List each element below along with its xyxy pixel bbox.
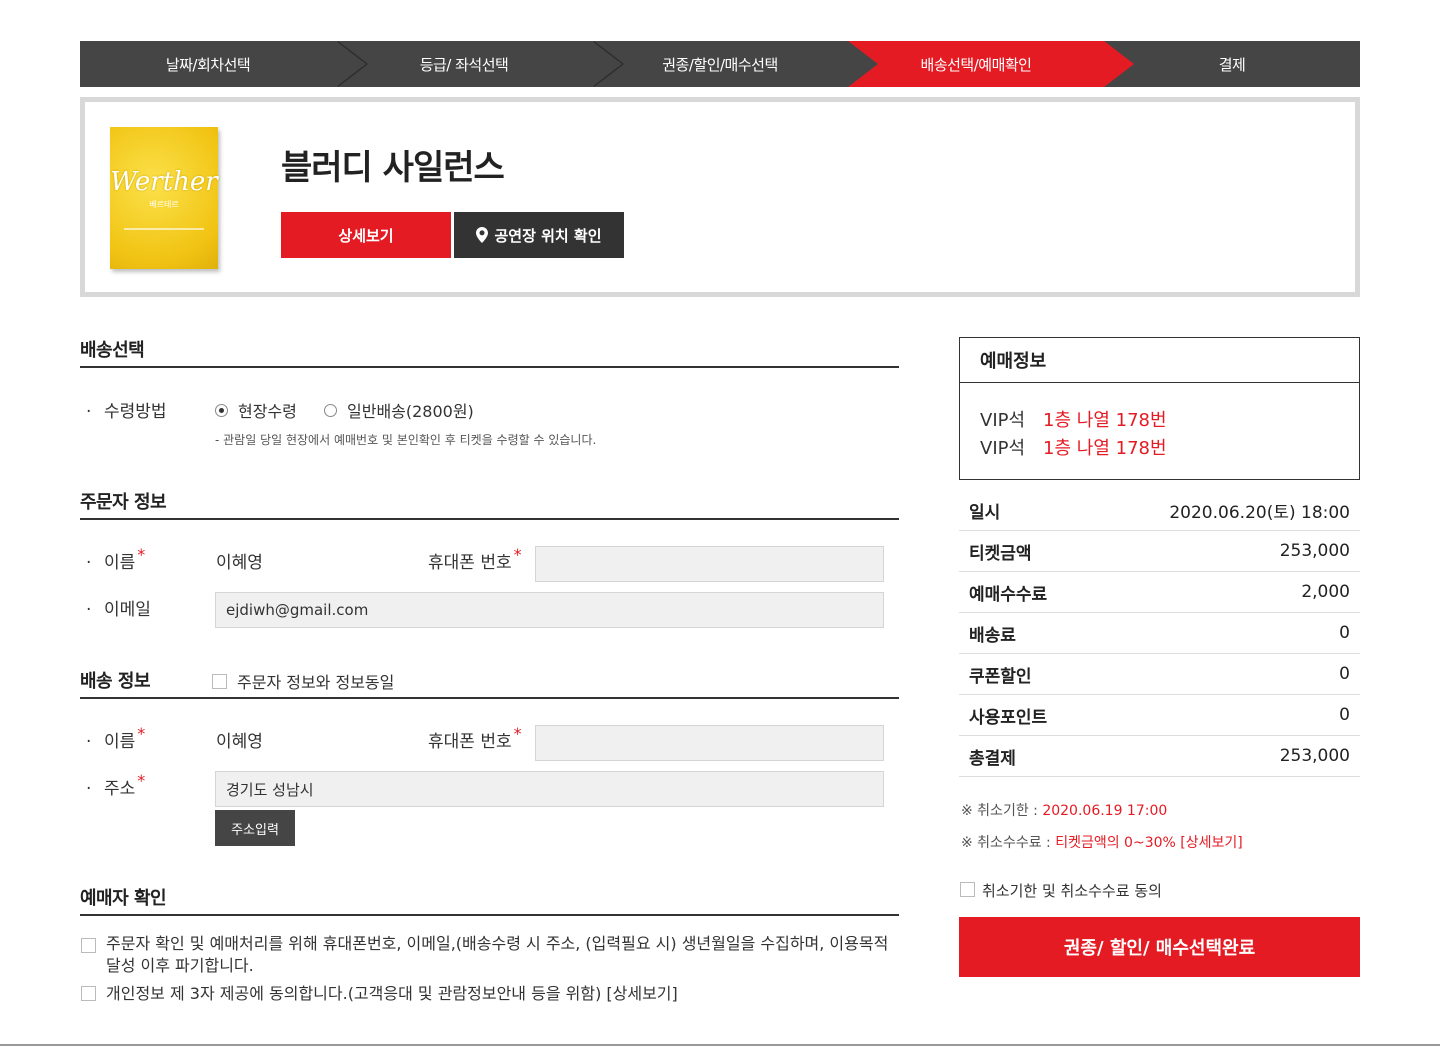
- step-label: 결제: [1218, 55, 1246, 74]
- price-row-ticket: 티켓금액 253,000: [959, 531, 1360, 572]
- booking-info-box: 예매정보 VIP석 1층 나열 178번 VIP석 1층 나열 178번: [959, 337, 1360, 480]
- price-row-shipping: 배송료 0: [959, 613, 1360, 654]
- price-summary-table: 일시 2020.06.20(토) 18:00 티켓금액 253,000 예매수수료 2…: [959, 490, 1360, 777]
- shipping-name-value: 이혜영: [216, 732, 263, 752]
- step-label: 권종/할인/매수선택: [662, 55, 778, 74]
- orderer-name-value: 이혜영: [216, 553, 263, 573]
- orderer-name-label: · 이름 *: [86, 545, 146, 573]
- poster-title: Werther: [110, 166, 218, 197]
- agree-third-party-text: 개인정보 제 3자 제공에 동의합니다.(고객응대 및 관람정보안내 등을 위함…: [106, 984, 678, 1003]
- price-row-datetime: 일시 2020.06.20(토) 18:00: [959, 490, 1360, 531]
- same-as-orderer-checkbox[interactable]: [212, 674, 227, 689]
- orderer-email-input[interactable]: ejdiwh@gmail.com: [215, 592, 884, 628]
- step-label: 날짜/회차선택: [165, 55, 251, 74]
- step-label: 배송선택/예매확인: [920, 55, 1032, 74]
- step-seat: 등급/ 좌석선택: [336, 41, 624, 87]
- venue-location-button[interactable]: 공연장 위치 확인: [454, 212, 624, 258]
- radio-label: 현장수령: [238, 402, 297, 421]
- shipping-section-title: 배송 정보: [80, 671, 151, 692]
- booking-info-title: 예매정보: [960, 338, 1359, 383]
- radio-shipping[interactable]: 일반배송(2800원): [324, 398, 474, 422]
- divider: [80, 697, 899, 699]
- shipping-address-label: · 주소 *: [86, 771, 146, 799]
- cancel-agree-checkbox[interactable]: [960, 882, 975, 897]
- agree-collect-checkbox[interactable]: [81, 938, 96, 953]
- step-payment: 결제: [1104, 41, 1360, 87]
- cancel-fee-note: ※ 취소수수료 : 티켓금액의 0~30% [상세보기]: [961, 835, 1243, 851]
- confirm-section-title: 예매자 확인: [80, 888, 167, 909]
- step-ticket-type: 권종/할인/매수선택: [592, 41, 880, 87]
- radio-label: 일반배송(2800원): [347, 402, 474, 421]
- shipping-phone-input[interactable]: [535, 725, 884, 761]
- agree-collect-text: 주문자 확인 및 예매처리를 위해 휴대폰번호, 이메일,(배송수령 시 주소,…: [106, 934, 889, 975]
- step-date: 날짜/회차선택: [80, 41, 368, 87]
- shipping-address-input[interactable]: 경기도 성남시: [215, 771, 884, 807]
- orderer-phone-input[interactable]: [535, 546, 884, 582]
- orderer-email-label: · 이메일: [86, 600, 151, 620]
- step-delivery: 배송선택/예매확인: [848, 41, 1134, 87]
- price-row-coupon: 쿠폰할인 0: [959, 654, 1360, 695]
- price-row-total: 총결제 253,000: [959, 736, 1360, 777]
- detail-button[interactable]: 상세보기: [281, 212, 451, 258]
- seat-grade: VIP석: [980, 410, 1026, 431]
- seat-row: VIP석 1층 나열 178번: [980, 406, 1167, 432]
- divider: [80, 366, 899, 368]
- divider: [80, 914, 899, 916]
- delivery-section-title: 배송선택: [80, 340, 145, 361]
- receive-method-label: · 수령방법: [86, 402, 167, 422]
- orderer-phone-label: 휴대폰 번호 *: [428, 545, 522, 573]
- radio-onsite[interactable]: 현장수령: [215, 398, 297, 422]
- price-row-fee: 예매수수료 2,000: [959, 572, 1360, 613]
- venue-button-label: 공연장 위치 확인: [494, 226, 602, 245]
- seat-location: 1층 나열 178번: [1043, 410, 1167, 431]
- step-label: 등급/ 좌석선택: [419, 55, 509, 74]
- radio-selected-icon: [215, 403, 228, 417]
- complete-selection-button[interactable]: 권종/ 할인/ 매수선택완료: [959, 917, 1360, 977]
- cancel-deadline-note: ※ 취소기한 : 2020.06.19 17:00: [961, 803, 1168, 819]
- address-search-button[interactable]: 주소입력: [215, 810, 295, 846]
- seat-grade: VIP석: [980, 438, 1026, 459]
- seat-row: VIP석 1층 나열 178번: [980, 434, 1167, 460]
- show-header: Werther 베르테르 블러디 사일런스 상세보기 공연장 위치 확인: [80, 97, 1360, 297]
- price-row-points: 사용포인트 0: [959, 695, 1360, 736]
- divider: [80, 518, 899, 520]
- orderer-section-title: 주문자 정보: [80, 492, 167, 513]
- show-poster: Werther 베르테르: [110, 127, 218, 269]
- cancel-agree-label: 취소기한 및 취소수수료 동의: [982, 882, 1162, 900]
- radio-unselected-icon: [324, 403, 337, 417]
- agree-third-party-checkbox[interactable]: [81, 986, 96, 1001]
- step-progress-bar: 날짜/회차선택 등급/ 좌석선택 권종/할인/매수선택 배송선택/예매확인 결제: [80, 41, 1360, 87]
- shipping-phone-label: 휴대폰 번호 *: [428, 724, 522, 752]
- map-pin-icon: [476, 227, 489, 243]
- poster-subtitle: 베르테르: [149, 199, 179, 209]
- delivery-note: - 관람일 당일 현장에서 예매번호 및 본인확인 후 티켓을 수령할 수 있습…: [215, 433, 597, 447]
- show-title: 블러디 사일런스: [281, 148, 505, 188]
- seat-location: 1층 나열 178번: [1043, 438, 1167, 459]
- same-as-orderer-label: 주문자 정보와 정보동일: [237, 673, 395, 692]
- shipping-name-label: · 이름 *: [86, 724, 146, 752]
